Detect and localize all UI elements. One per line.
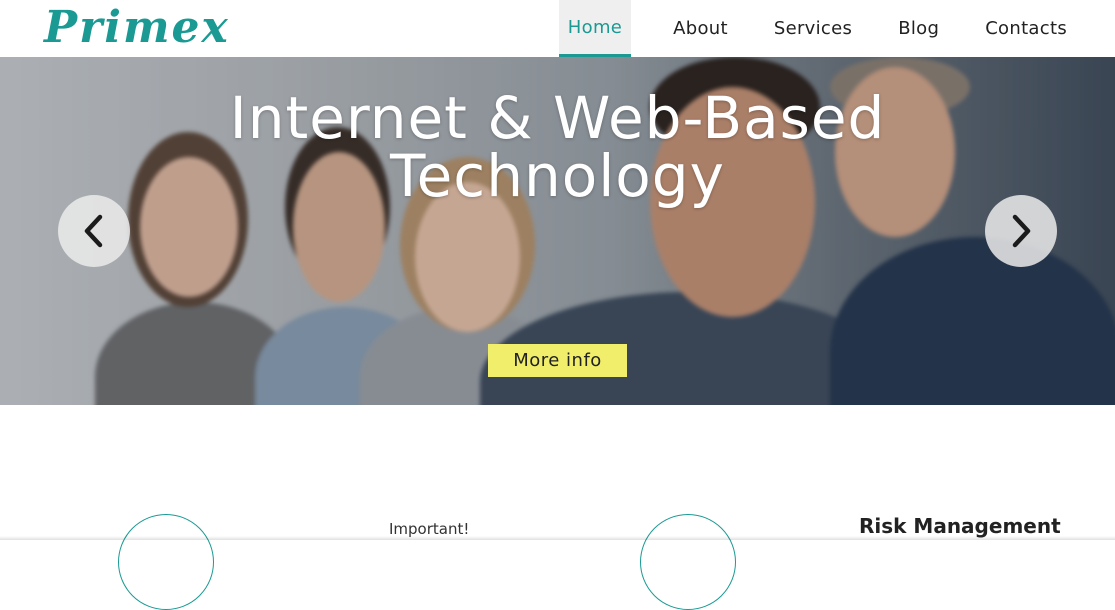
feature-icon-circle bbox=[640, 514, 736, 610]
feature-icon-circle bbox=[118, 514, 214, 610]
logo[interactable]: Primex bbox=[44, 2, 230, 54]
slider-prev-button[interactable] bbox=[58, 195, 130, 267]
nav-services[interactable]: Services bbox=[751, 0, 875, 57]
hero-title-line-2: Technology bbox=[390, 142, 725, 210]
chevron-right-icon bbox=[1012, 214, 1031, 248]
section-divider-shadow bbox=[0, 536, 1115, 540]
nav-about[interactable]: About bbox=[650, 0, 751, 57]
nav-contacts[interactable]: Contacts bbox=[962, 0, 1115, 57]
feature-risk-management-title: Risk Management bbox=[859, 514, 1061, 538]
nav-blog[interactable]: Blog bbox=[875, 0, 962, 57]
slider-next-button[interactable] bbox=[985, 195, 1057, 267]
hero-title: Internet & Web-Based Technology bbox=[0, 89, 1115, 205]
nav-home[interactable]: Home bbox=[558, 0, 632, 57]
hero-slider: Internet & Web-Based Technology More inf… bbox=[0, 57, 1115, 405]
site-header: Primex Home About Services Blog Contacts bbox=[0, 0, 1115, 57]
chevron-left-icon bbox=[84, 214, 103, 248]
main-nav: Home About Services Blog Contacts bbox=[558, 0, 1115, 57]
more-info-button[interactable]: More info bbox=[488, 344, 627, 377]
